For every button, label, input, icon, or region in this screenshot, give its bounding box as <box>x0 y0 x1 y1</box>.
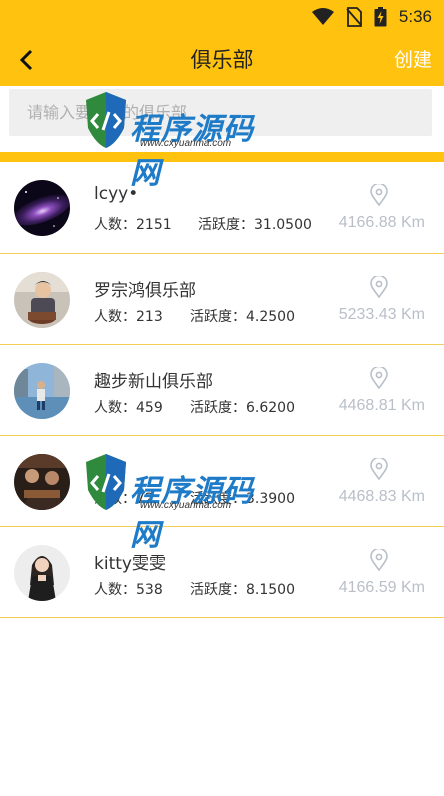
page-title: 俱乐部 <box>190 48 254 72</box>
club-distance: 5233.43 Km <box>338 306 425 323</box>
chevron-left-icon <box>19 49 33 71</box>
status-icons: 5:36 <box>311 6 432 28</box>
no-sim-icon <box>346 7 362 27</box>
location-pin-icon <box>370 184 388 206</box>
club-distance: 4166.59 Km <box>338 579 425 596</box>
club-name: 趣步新山俱乐部 <box>94 372 213 392</box>
location-pin-icon <box>370 458 388 480</box>
club-distance: 4166.88 Km <box>338 214 425 231</box>
club-list-item[interactable]: 罗宗鸿俱乐部 人数：213 活跃度：4.2500 5233.43 Km <box>0 254 444 345</box>
battery-charging-icon <box>374 7 387 27</box>
club-list-item[interactable]: 趣步新山俱乐部 人数：459 活跃度：6.6200 4468.81 Km <box>0 345 444 436</box>
galaxy-photo-icon <box>14 180 70 236</box>
status-time: 5:36 <box>398 7 432 26</box>
club-avatar <box>14 454 70 510</box>
club-members: 人数：213 <box>94 309 163 325</box>
location-pin-icon <box>370 367 388 389</box>
club-activity: 活跃度：31.0500 <box>198 217 312 233</box>
club-avatar <box>14 180 70 236</box>
location-pin-icon <box>370 549 388 571</box>
club-name: kitty雯雯 <box>94 554 166 574</box>
create-button[interactable]: 创建 <box>394 34 432 86</box>
club-list-item[interactable]: 人数：72 活跃度：3.3900 4468.83 Km <box>0 436 444 527</box>
club-activity: 活跃度：3.3900 <box>190 491 295 507</box>
club-activity: 活跃度：8.1500 <box>190 582 295 598</box>
club-list: lcyy• 人数：2151 活跃度：31.0500 4166.88 Km 罗宗鸿… <box>0 162 444 618</box>
nav-bar: 俱乐部 创建 <box>0 34 444 86</box>
club-activity: 活跃度：4.2500 <box>190 309 295 325</box>
club-avatar <box>14 272 70 328</box>
person-outdoor-photo-icon <box>14 363 70 419</box>
club-members: 人数：2151 <box>94 217 172 233</box>
club-name: 罗宗鸿俱乐部 <box>94 281 196 301</box>
club-list-item[interactable]: kitty雯雯 人数：538 活跃度：8.1500 4166.59 Km <box>0 527 444 618</box>
search-area <box>0 86 444 162</box>
status-bar: 5:36 <box>0 0 444 34</box>
club-avatar <box>14 363 70 419</box>
club-name: lcyy• <box>94 184 139 204</box>
club-distance: 4468.83 Km <box>338 488 425 505</box>
club-avatar <box>14 545 70 601</box>
club-list-item[interactable]: lcyy• 人数：2151 活跃度：31.0500 4166.88 Km <box>0 162 444 254</box>
location-pin-icon <box>370 276 388 298</box>
search-input[interactable] <box>9 89 432 136</box>
club-members: 人数：538 <box>94 582 163 598</box>
search-background <box>0 86 444 152</box>
person-cake-photo-icon <box>14 272 70 328</box>
woman-photo-icon <box>14 545 70 601</box>
group-photo-icon <box>14 454 70 510</box>
club-activity: 活跃度：6.6200 <box>190 400 295 416</box>
wifi-icon <box>311 8 334 25</box>
club-members: 人数：459 <box>94 400 163 416</box>
club-distance: 4468.81 Km <box>338 397 425 414</box>
back-button[interactable] <box>10 44 42 76</box>
club-members: 人数：72 <box>94 491 154 507</box>
